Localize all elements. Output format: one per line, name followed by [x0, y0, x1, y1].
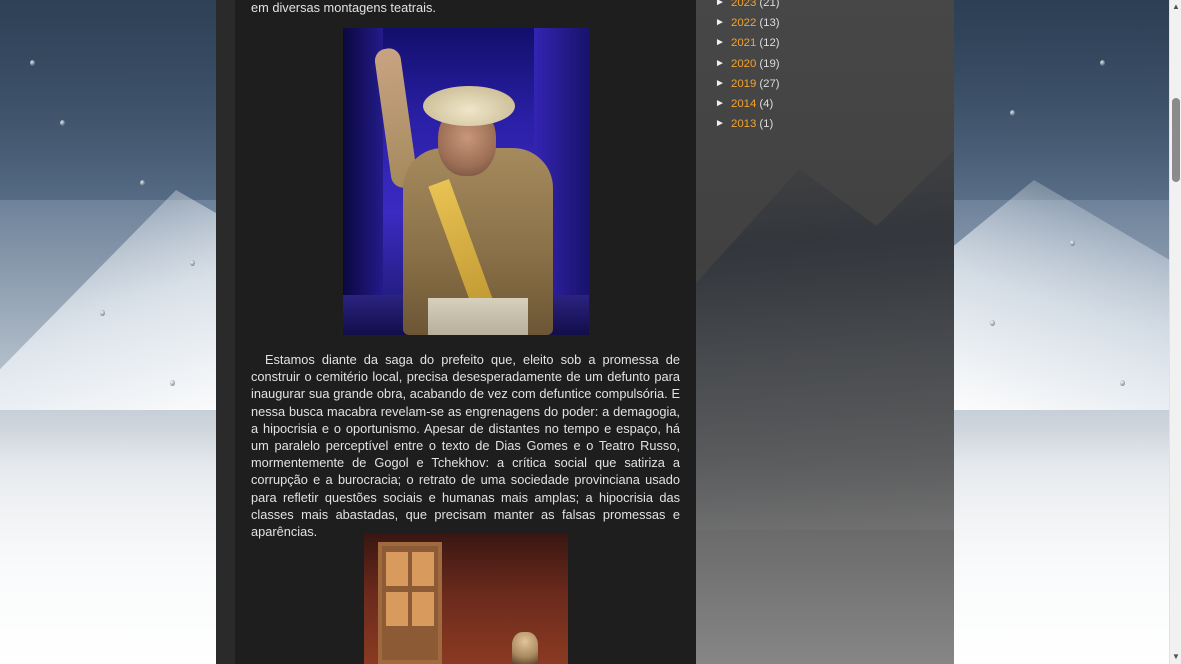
- background-mountain-right: [950, 180, 1181, 410]
- water-drop: [170, 380, 175, 386]
- archive-post-count: (12): [759, 37, 780, 50]
- archive-post-count: (19): [759, 57, 780, 70]
- expand-triangle-icon[interactable]: ►: [715, 78, 731, 89]
- expand-triangle-icon[interactable]: ►: [715, 18, 731, 28]
- archive-post-count: (1): [759, 118, 774, 131]
- archive-year-link[interactable]: 2013: [731, 118, 756, 130]
- expand-triangle-icon[interactable]: ►: [715, 58, 731, 69]
- archive-post-count: (13): [759, 17, 780, 30]
- expand-triangle-icon[interactable]: ►: [715, 99, 731, 109]
- archive-year-link[interactable]: 2014: [731, 98, 756, 110]
- scrollbar-thumb[interactable]: [1172, 98, 1180, 182]
- post-photo-stage[interactable]: [364, 534, 568, 664]
- archive-post-count: (4): [759, 98, 774, 111]
- photo-stage-actor: [512, 632, 538, 664]
- water-drop: [1100, 60, 1105, 66]
- photo-actor-hat: [423, 86, 515, 126]
- archive-year-link[interactable]: 2021: [731, 37, 756, 49]
- archive-post-count: (21): [759, 0, 780, 10]
- blog-archive-list: ► 2023 (21) ► 2022 (13) ► 2021 (12) ► 20…: [715, 0, 780, 134]
- scroll-down-arrow-icon[interactable]: ▼: [1170, 650, 1181, 664]
- photo-actor-pants: [428, 298, 528, 335]
- water-drop: [1010, 110, 1015, 116]
- photo-stage-door: [378, 542, 442, 664]
- water-drop: [140, 180, 145, 186]
- archive-year-link[interactable]: 2023: [731, 0, 756, 9]
- water-drop: [60, 120, 65, 126]
- door-pane: [386, 592, 408, 626]
- archive-item-2022: ► 2022 (13): [715, 13, 780, 33]
- archive-item-2023: ► 2023 (21): [715, 0, 780, 13]
- door-pane: [412, 552, 434, 586]
- background-sky-left: [0, 0, 216, 200]
- water-drop: [100, 310, 105, 316]
- archive-year-link[interactable]: 2020: [731, 58, 756, 70]
- expand-triangle-icon[interactable]: ►: [715, 38, 731, 48]
- page-scrollbar[interactable]: ▲ ▼: [1169, 0, 1181, 664]
- archive-item-2021: ► 2021 (12): [715, 33, 780, 53]
- archive-year-link[interactable]: 2022: [731, 17, 756, 29]
- archive-item-2014: ► 2014 (4): [715, 94, 780, 114]
- archive-item-2020: ► 2020 (19): [715, 54, 780, 74]
- expand-triangle-icon[interactable]: ►: [715, 119, 731, 129]
- archive-year-link[interactable]: 2019: [731, 78, 756, 90]
- water-drop: [1120, 380, 1125, 386]
- door-pane: [412, 592, 434, 626]
- post-intro-line: em diversas montagens teatrais.: [251, 0, 436, 15]
- scroll-up-arrow-icon[interactable]: ▲: [1170, 0, 1181, 14]
- archive-post-count: (27): [759, 77, 780, 90]
- post-paragraph: Estamos diante da saga do prefeito que, …: [251, 352, 680, 540]
- water-drop: [30, 60, 35, 66]
- water-drop: [990, 320, 995, 326]
- sidebar-background-mountain: [696, 150, 954, 530]
- water-drop: [1070, 240, 1075, 246]
- post-photo-mayor[interactable]: [343, 28, 589, 335]
- background-sky-right: [954, 0, 1169, 200]
- door-pane: [386, 552, 408, 586]
- archive-item-2019: ► 2019 (27): [715, 74, 780, 94]
- archive-item-2013: ► 2013 (1): [715, 114, 780, 134]
- water-drop: [190, 260, 195, 266]
- expand-triangle-icon[interactable]: ►: [715, 0, 731, 8]
